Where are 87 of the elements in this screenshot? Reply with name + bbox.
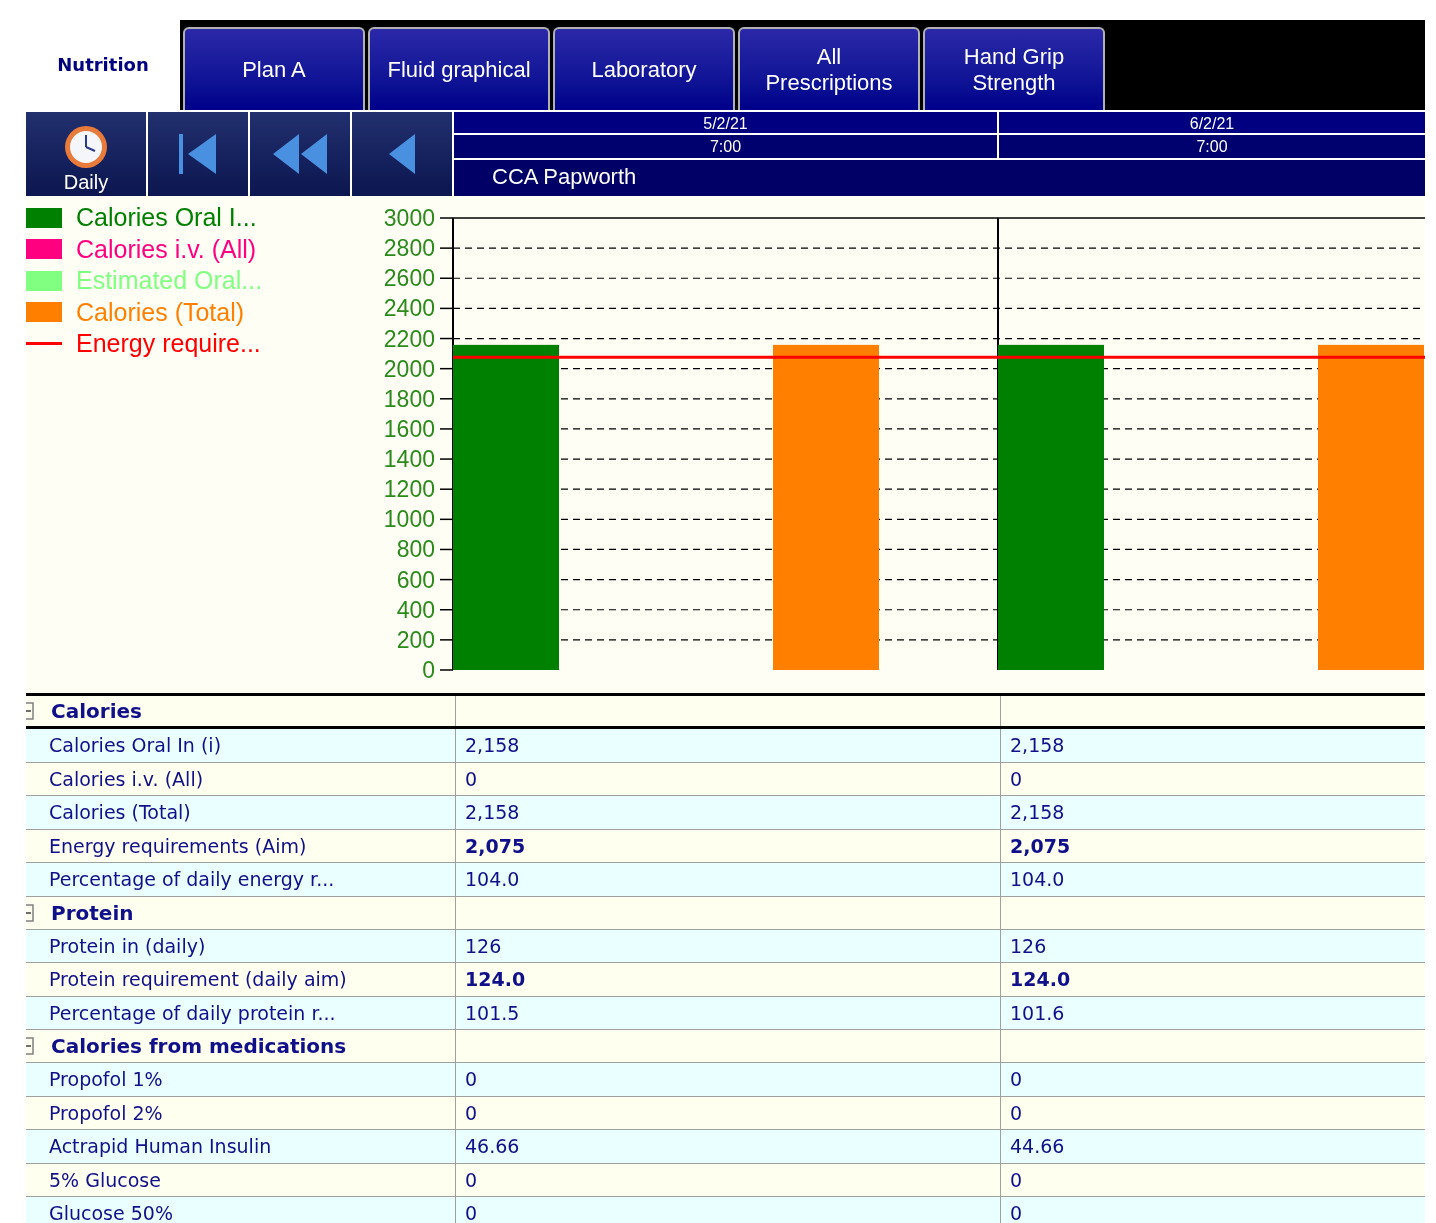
table-cell-text: 0 [465,1100,478,1126]
legend-swatch-icon [26,239,62,260]
nav-button[interactable] [248,112,350,196]
table-cell-text: 0 [1010,766,1023,792]
y-axis-label: 800 [396,536,435,563]
previous-icon [387,132,417,176]
daily-button[interactable]: Daily [26,112,146,196]
legend-swatch-icon [26,302,62,323]
row-label: Protein requirement (daily aim) [49,967,347,992]
tab[interactable]: Fluid graphical [368,27,550,110]
rewind-icon [271,132,329,176]
table-cell-text: 0 [1010,1100,1023,1126]
tab[interactable]: Plan A [183,27,365,110]
y-axis-label: 1400 [383,446,435,473]
table-cell-text: 126 [465,933,502,959]
date-header: 5/2/21 [454,112,999,133]
y-axis-label: 1600 [383,415,435,442]
y-axis-label: 2400 [383,295,435,322]
y-axis-label: 1800 [383,385,435,412]
row-label: Calories Oral In (i) [49,733,222,758]
tab[interactable]: Laboratory [553,27,735,110]
collapse-icon[interactable] [26,903,35,922]
y-axis-label: 600 [396,566,435,593]
row-label: Propofol 1% [49,1067,163,1092]
table-cell-text: 46.66 [465,1134,520,1159]
legend-label: Calories Oral I... [76,205,257,231]
table-cell-text: 2,158 [465,733,520,758]
y-axis-label: 1000 [383,506,435,533]
y-axis-label: 2600 [383,265,435,292]
table-cell-text: 124.0 [1010,967,1071,992]
y-axis-label: 1200 [383,476,435,503]
table-cell-text: 2,158 [1010,800,1065,825]
table-cell-text: 2,158 [1010,733,1065,758]
row-label: 5% Glucose [49,1167,161,1193]
table-cell-text: 101.6 [1010,1000,1065,1026]
nav-button[interactable] [350,112,452,196]
nav-button[interactable] [146,112,248,196]
table-cell-text: 0 [1010,1067,1023,1092]
group-title: Calories from medications [51,1033,347,1060]
row-label: Propofol 2% [49,1100,163,1126]
time-header: 7:00 [454,135,999,158]
legend-label: Estimated Oral... [76,268,263,294]
table-cell-text: 0 [1010,1201,1023,1223]
table-cell-text: 2,158 [465,800,520,825]
row-label: Energy requirements (Aim) [49,833,307,859]
table-cell-text: 44.66 [1010,1134,1065,1159]
table-cell-text: 0 [465,1167,478,1193]
y-axis-label: 400 [396,596,435,623]
table-cell-text: 124.0 [465,967,526,992]
table-cell-text: 104.0 [465,867,520,892]
y-axis-label: 2000 [383,355,435,382]
y-axis-label: 0 [422,657,435,683]
legend-swatch-icon [26,270,62,291]
table-cell-text: 0 [465,1201,478,1223]
legend-label: Calories (Total) [76,299,245,325]
y-axis-label: 2200 [383,325,435,352]
collapse-icon[interactable] [26,702,35,720]
group-title: Protein [51,899,134,927]
row-label: Percentage of daily energy r... [49,867,335,892]
row-label: Glucose 50% [49,1201,173,1223]
location-bar: CCA Papworth [454,160,1425,196]
table-cell-text: 126 [1010,933,1047,959]
y-axis-label: 2800 [383,235,435,262]
row-label: Calories (Total) [49,800,191,825]
table-cell-text: 104.0 [1010,867,1065,892]
table-cell-text: 2,075 [1010,833,1071,859]
group-title: Calories [51,698,142,725]
row-label: Actrapid Human Insulin [49,1134,272,1159]
time-header: 7:00 [999,135,1425,158]
table-cell-text: 0 [465,1067,478,1092]
legend-label: Calories i.v. (All) [76,236,257,262]
row-label: Protein in (daily) [49,933,206,959]
tab[interactable]: Hand Grip Strength [923,27,1105,110]
table-cell-text: 0 [1010,1167,1023,1193]
legend-label: Energy require... [76,331,261,357]
y-axis-label: 3000 [383,205,435,231]
table-cell-text: 2,075 [465,833,526,859]
table-cell-text: 0 [465,766,478,792]
tab[interactable]: All Prescriptions [738,27,920,110]
collapse-icon[interactable] [26,1037,35,1055]
legend-swatch-icon [26,207,62,228]
y-axis-label: 200 [396,626,435,653]
table-cell-text: 101.5 [465,1000,520,1026]
row-label: Calories i.v. (All) [49,766,204,792]
date-header: 6/2/21 [999,112,1425,133]
row-label: Percentage of daily protein r... [49,1000,336,1026]
legend-line-icon [26,342,62,346]
